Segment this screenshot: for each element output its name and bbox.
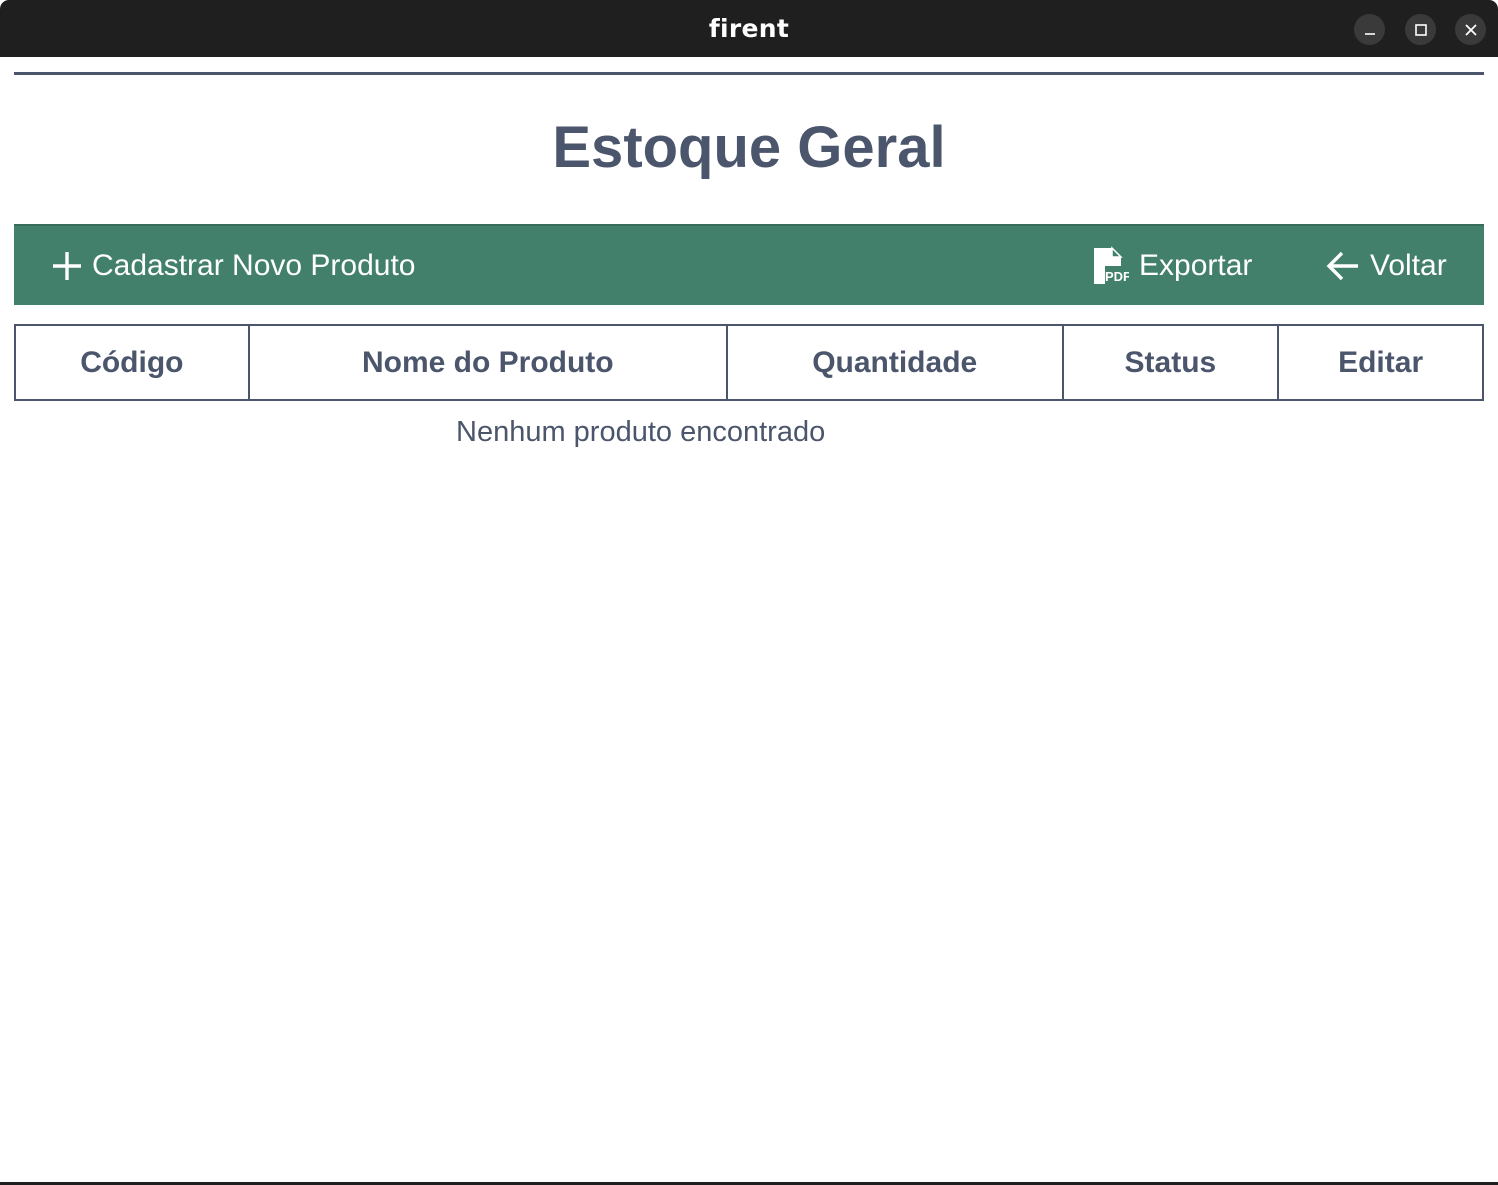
- products-table: Código Nome do Produto Quantidade Status…: [14, 324, 1484, 401]
- plus-icon: [52, 251, 82, 281]
- export-button[interactable]: PDF Exportar: [1091, 226, 1252, 305]
- header-divider: [14, 72, 1484, 75]
- close-icon: [1464, 23, 1477, 36]
- close-button[interactable]: [1455, 14, 1486, 45]
- table-header-row: Código Nome do Produto Quantidade Status…: [14, 324, 1484, 401]
- column-header-editar[interactable]: Editar: [1277, 324, 1484, 401]
- page-title: Estoque Geral: [552, 115, 946, 180]
- title-bar[interactable]: firent: [0, 0, 1498, 57]
- export-label: Exportar: [1139, 248, 1253, 282]
- minimize-icon: [1364, 32, 1375, 35]
- app-window: firent Estoque Geral Cadastrar Novo Prod…: [0, 0, 1498, 1185]
- new-product-button[interactable]: Cadastrar Novo Produto: [52, 226, 416, 305]
- column-header-codigo[interactable]: Código: [14, 324, 250, 401]
- minimize-button[interactable]: [1354, 14, 1385, 45]
- action-toolbar: Cadastrar Novo Produto PDF Exportar Volt…: [14, 224, 1484, 305]
- maximize-icon: [1414, 23, 1427, 36]
- svg-text:PDF: PDF: [1105, 269, 1129, 284]
- empty-state-message: Nenhum produto encontrado: [456, 416, 826, 448]
- back-label: Voltar: [1370, 248, 1447, 282]
- back-button[interactable]: Voltar: [1326, 226, 1447, 305]
- window-title: firent: [708, 14, 790, 43]
- column-header-quantidade[interactable]: Quantidade: [725, 324, 1064, 401]
- new-product-label: Cadastrar Novo Produto: [92, 248, 416, 282]
- column-header-nome[interactable]: Nome do Produto: [247, 324, 728, 401]
- column-header-status[interactable]: Status: [1061, 324, 1280, 401]
- maximize-button[interactable]: [1405, 14, 1436, 45]
- pdf-file-icon: PDF: [1091, 245, 1129, 286]
- arrow-left-icon: [1326, 251, 1360, 281]
